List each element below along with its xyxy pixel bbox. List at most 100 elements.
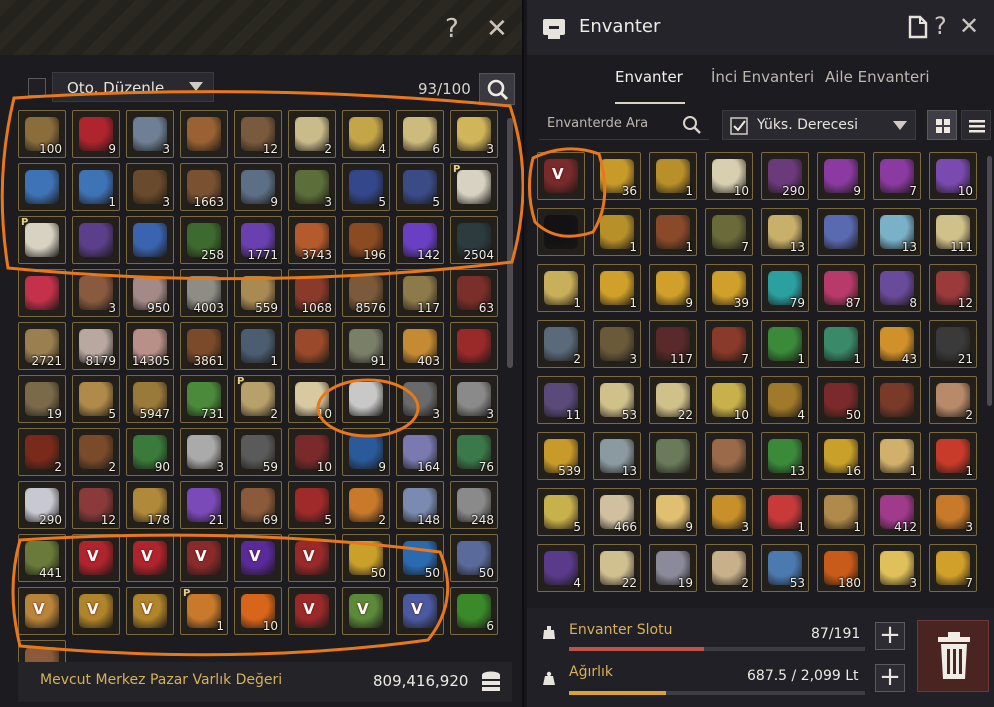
item-count: 7 — [909, 184, 917, 198]
inventory-item-slot[interactable]: 10 — [929, 152, 977, 200]
inventory-item-slot[interactable]: 412 — [873, 488, 921, 536]
document-icon[interactable] — [908, 15, 928, 39]
inventory-item-slot[interactable]: 10 — [705, 152, 753, 200]
delete-item-button[interactable] — [917, 620, 989, 692]
item-count: 1 — [853, 352, 861, 366]
inventory-item-slot[interactable] — [649, 432, 697, 480]
inventory-item-slot[interactable]: 3 — [929, 488, 977, 536]
inventory-item-slot[interactable]: 10 — [705, 376, 753, 424]
inventory-item-slot[interactable] — [873, 376, 921, 424]
item-count: 1 — [629, 296, 637, 310]
inventory-item-slot[interactable] — [817, 208, 865, 256]
item-count: 9 — [685, 520, 693, 534]
item-count: 12 — [957, 296, 973, 310]
inventory-item-slot[interactable]: 3 — [593, 320, 641, 368]
inventory-item-slot[interactable]: 11 — [537, 376, 585, 424]
inventory-item-slot[interactable]: 13 — [873, 208, 921, 256]
inventory-item-slot[interactable]: 1 — [817, 488, 865, 536]
item-count: 9 — [853, 184, 861, 198]
weight-bar-fill — [569, 691, 666, 695]
inventory-item-slot[interactable]: 53 — [761, 544, 809, 592]
inventory-item-slot[interactable]: 3 — [873, 544, 921, 592]
inventory-item-slot[interactable]: 4 — [537, 544, 585, 592]
add-weight-button[interactable]: + — [875, 664, 905, 692]
item-count: 10 — [733, 408, 749, 422]
inventory-item-slot[interactable]: 466 — [593, 488, 641, 536]
inventory-item-slot[interactable]: 13 — [761, 432, 809, 480]
inventory-item-slot[interactable]: 1 — [649, 152, 697, 200]
inventory-item-slot[interactable]: 1 — [761, 320, 809, 368]
inventory-item-slot[interactable]: 7 — [929, 544, 977, 592]
inventory-item-slot[interactable]: 8 — [873, 264, 921, 312]
inventory-item-slot[interactable]: 1 — [761, 488, 809, 536]
inventory-item-slot[interactable]: 79 — [761, 264, 809, 312]
inventory-item-slot[interactable]: 290 — [761, 152, 809, 200]
inventory-item-slot[interactable]: 111 — [929, 208, 977, 256]
grade-sort-dropdown[interactable]: Yüks. Derecesi — [722, 110, 916, 140]
item-count: 3 — [909, 576, 917, 590]
item-count: 539 — [558, 464, 581, 478]
inventory-item-slot[interactable]: 4 — [761, 376, 809, 424]
chevron-down-icon — [893, 121, 907, 130]
inventory-item-slot[interactable]: 1 — [649, 208, 697, 256]
inventory-item-slot[interactable]: 180 — [817, 544, 865, 592]
item-count: 10 — [957, 184, 973, 198]
inventory-item-slot[interactable]: 50 — [817, 376, 865, 424]
inventory-item-slot[interactable]: 539 — [537, 432, 585, 480]
inventory-close-button[interactable]: ✕ — [959, 14, 979, 38]
inventory-item-slot[interactable]: 87 — [817, 264, 865, 312]
item-count: 2 — [741, 576, 749, 590]
inventory-help-button[interactable]: ? — [934, 14, 947, 38]
inventory-item-slot[interactable]: 2 — [929, 376, 977, 424]
inventory-tabs: Envanter İnci Envanteri Aile Envanteri — [527, 64, 994, 104]
inventory-item-slot[interactable]: 5 — [537, 488, 585, 536]
grade-sort-checkbox[interactable] — [730, 117, 748, 135]
item-count: 13 — [789, 240, 805, 254]
item-count: 21 — [957, 352, 973, 366]
inventory-item-slot[interactable]: 7 — [873, 152, 921, 200]
tab-inventory[interactable]: Envanter — [615, 68, 683, 86]
item-count: 1 — [629, 240, 637, 254]
tab-family-inventory[interactable]: Aile Envanteri — [825, 68, 930, 86]
item-count: 79 — [789, 296, 805, 310]
inventory-item-slot[interactable]: 2 — [537, 320, 585, 368]
inventory-item-slot[interactable]: 9 — [817, 152, 865, 200]
inventory-item-slot[interactable] — [705, 432, 753, 480]
inventory-item-slot[interactable]: 7 — [705, 320, 753, 368]
inventory-item-slot[interactable]: 21 — [929, 320, 977, 368]
list-view-button[interactable] — [961, 110, 991, 140]
inventory-item-slot[interactable]: 12 — [929, 264, 977, 312]
inventory-item-slot[interactable]: 9 — [649, 264, 697, 312]
inventory-item-slot[interactable]: 7 — [705, 208, 753, 256]
inventory-item-slot[interactable]: 1 — [593, 264, 641, 312]
inventory-item-slot[interactable]: 2 — [705, 544, 753, 592]
tab-pearl-inventory[interactable]: İnci Envanteri — [711, 68, 814, 86]
item-count: 1 — [685, 240, 693, 254]
inventory-item-slot[interactable]: 1 — [929, 432, 977, 480]
item-count: 412 — [894, 520, 917, 534]
orange-annotation-mark — [527, 147, 607, 238]
inventory-item-slot[interactable]: 22 — [649, 376, 697, 424]
inventory-item-slot[interactable]: 9 — [649, 488, 697, 536]
inventory-title: Envanter — [579, 16, 661, 37]
inventory-item-slot[interactable]: 43 — [873, 320, 921, 368]
inventory-item-slot[interactable]: 22 — [593, 544, 641, 592]
grid-view-button[interactable] — [927, 110, 957, 140]
inventory-item-slot[interactable]: 1 — [873, 432, 921, 480]
inventory-item-slot[interactable]: 53 — [593, 376, 641, 424]
inventory-item-slot[interactable]: 16 — [817, 432, 865, 480]
inventory-item-slot[interactable]: 117 — [649, 320, 697, 368]
inventory-item-slot[interactable]: 1 — [817, 320, 865, 368]
inventory-item-slot[interactable]: 13 — [593, 432, 641, 480]
inventory-item-slot[interactable]: 13 — [761, 208, 809, 256]
item-count: 1 — [965, 464, 973, 478]
inventory-scrollbar[interactable] — [987, 156, 992, 406]
active-tab-indicator — [615, 102, 685, 104]
inventory-item-slot[interactable]: 1 — [537, 264, 585, 312]
inventory-item-slot[interactable]: 19 — [649, 544, 697, 592]
inventory-search-input[interactable]: Envanterde Ara — [539, 110, 709, 140]
item-count: 4 — [797, 408, 805, 422]
inventory-item-slot[interactable]: 39 — [705, 264, 753, 312]
add-slot-button[interactable]: + — [875, 622, 905, 650]
inventory-item-slot[interactable]: 3 — [705, 488, 753, 536]
